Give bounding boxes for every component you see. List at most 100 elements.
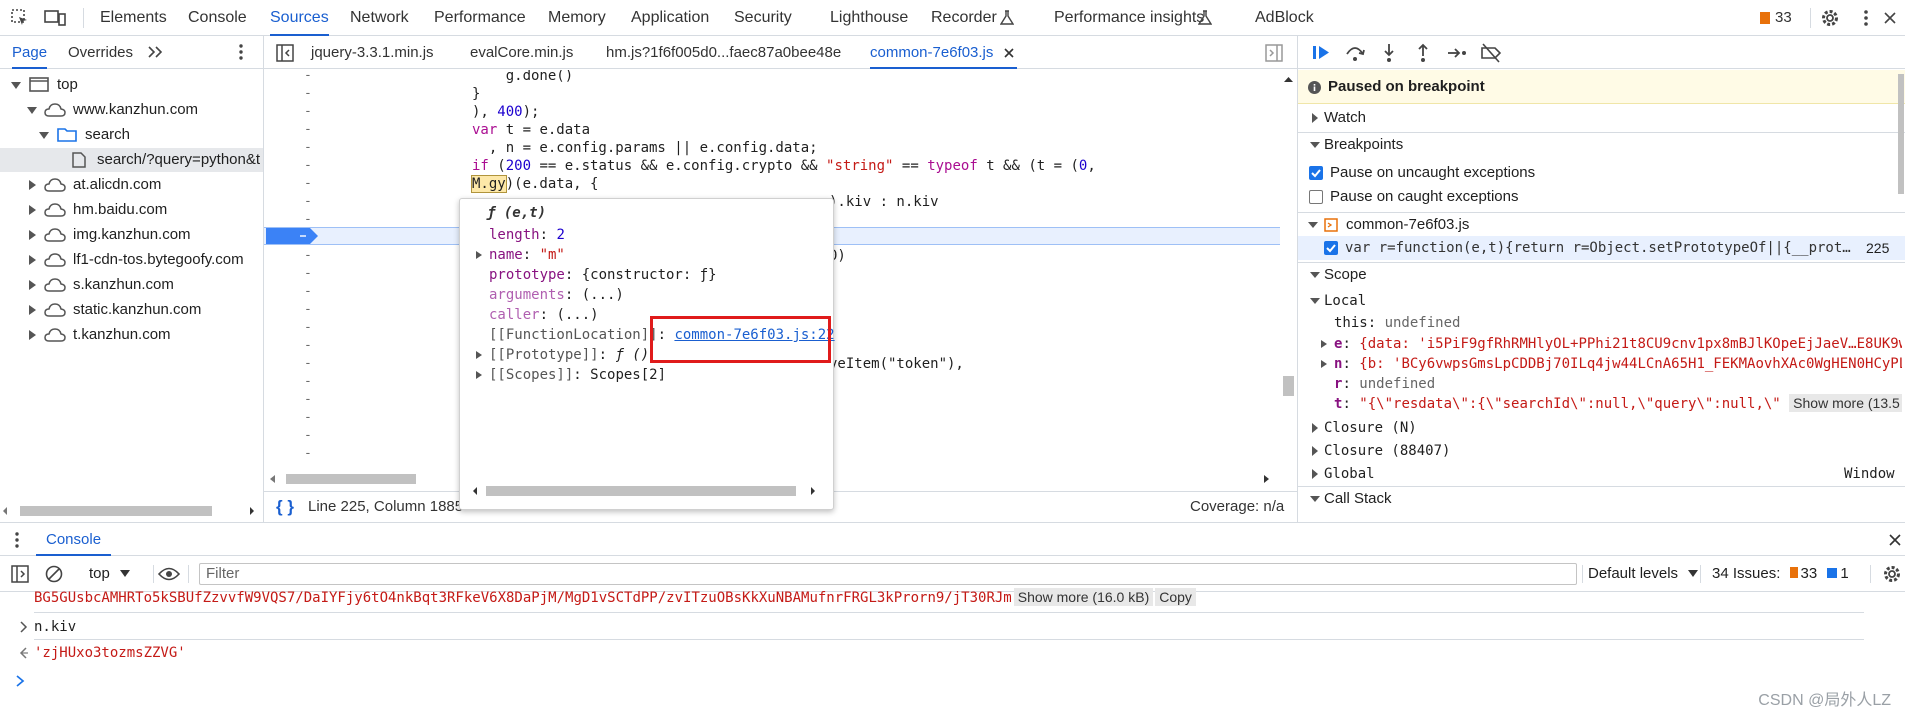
toggle-navigator-icon[interactable] bbox=[276, 44, 294, 62]
hovered-expression[interactable]: M.gy bbox=[471, 175, 507, 193]
tab-console[interactable]: Console bbox=[188, 0, 247, 36]
popover-prop-arguments[interactable]: arguments: (...) bbox=[489, 285, 624, 305]
resume-icon[interactable] bbox=[1310, 42, 1332, 64]
expanded-triangle-icon[interactable] bbox=[1308, 220, 1318, 230]
tab-application[interactable]: Application bbox=[631, 0, 709, 36]
inspect-element-icon[interactable] bbox=[10, 8, 30, 28]
scope-var-r[interactable]: r: undefined bbox=[1334, 374, 1435, 394]
section-watch[interactable]: Watch bbox=[1298, 106, 1905, 130]
collapsed-triangle-icon[interactable] bbox=[26, 179, 38, 191]
expand-triangle-icon[interactable] bbox=[1320, 359, 1328, 369]
console-sidebar-icon[interactable] bbox=[11, 565, 29, 583]
device-toolbar-icon[interactable] bbox=[44, 8, 66, 28]
pause-caught-option[interactable]: Pause on caught exceptions bbox=[1298, 185, 1905, 209]
tab-security[interactable]: Security bbox=[734, 0, 792, 36]
console-filter-input[interactable]: Filter bbox=[199, 563, 1577, 585]
pretty-print-icon[interactable]: { } bbox=[276, 492, 294, 522]
collapsed-triangle-icon[interactable] bbox=[26, 229, 38, 241]
popover-prop-prototype-internal[interactable]: [[Prototype]]: ƒ () bbox=[489, 345, 649, 365]
console-prompt-icon[interactable] bbox=[15, 675, 25, 687]
popover-prop-caller[interactable]: caller: (...) bbox=[489, 305, 599, 325]
collapsed-triangle-icon[interactable] bbox=[1310, 423, 1320, 433]
navigator-menu-icon[interactable] bbox=[236, 43, 246, 61]
console-settings-gear-icon[interactable] bbox=[1882, 564, 1902, 584]
close-drawer-icon[interactable] bbox=[1888, 533, 1902, 547]
scope-global[interactable]: Global Window bbox=[1298, 462, 1905, 486]
expanded-triangle-icon[interactable] bbox=[38, 129, 50, 141]
debugger-vertical-scrollbar[interactable] bbox=[1897, 70, 1905, 520]
expanded-triangle-icon[interactable] bbox=[1310, 494, 1320, 504]
tab-performance[interactable]: Performance bbox=[434, 0, 526, 36]
settings-gear-icon[interactable] bbox=[1820, 8, 1840, 28]
tab-network[interactable]: Network bbox=[350, 0, 409, 36]
tree-item-s-kanzhun[interactable]: s.kanzhun.com bbox=[26, 273, 174, 297]
section-call-stack[interactable]: Call Stack bbox=[1298, 486, 1905, 510]
scope-closure-n[interactable]: Closure (N) bbox=[1298, 416, 1905, 440]
scope-var-n[interactable]: n: {b: 'BCy6vwpsGmsLpCDDBj70ILq4jw44LCnA… bbox=[1334, 354, 1902, 374]
collapsed-triangle-icon[interactable] bbox=[26, 279, 38, 291]
close-tab-icon[interactable] bbox=[1003, 47, 1015, 59]
tree-item-t-kanzhun[interactable]: t.kanzhun.com bbox=[26, 323, 171, 347]
collapsed-triangle-icon[interactable] bbox=[1310, 469, 1320, 479]
expanded-triangle-icon[interactable] bbox=[1310, 296, 1320, 306]
show-more-button[interactable]: Show more (16.0 kB) bbox=[1013, 588, 1154, 606]
tree-item-top[interactable]: top bbox=[10, 73, 78, 97]
breakpoint-enabled-checkbox[interactable] bbox=[1324, 241, 1338, 255]
expanded-triangle-icon[interactable] bbox=[10, 79, 22, 91]
console-issues-counter[interactable]: 34 Issues: 33 1 bbox=[1712, 556, 1849, 592]
tree-item-www-kanzhun[interactable]: www.kanzhun.com bbox=[26, 98, 198, 122]
step-over-icon[interactable] bbox=[1344, 42, 1366, 64]
tree-item-lf1-cdn[interactable]: lf1-cdn-tos.bytegoofy.com bbox=[26, 248, 244, 272]
drawer-tab-console[interactable]: Console bbox=[36, 523, 112, 556]
tab-performance-insights[interactable]: Performance insights bbox=[1054, 0, 1204, 36]
expand-triangle-icon[interactable] bbox=[475, 250, 483, 260]
scope-var-e[interactable]: e: {data: 'i5PiF9gfRhRMHlyOL+PPhi21t8CU9… bbox=[1334, 334, 1902, 354]
collapsed-triangle-icon[interactable] bbox=[26, 304, 38, 316]
tab-lighthouse[interactable]: Lighthouse bbox=[830, 0, 908, 36]
tab-overrides[interactable]: Overrides bbox=[68, 36, 133, 69]
tab-memory[interactable]: Memory bbox=[548, 0, 606, 36]
popover-horizontal-scrollbar[interactable] bbox=[469, 482, 825, 500]
coverage-status[interactable]: Coverage: n/a bbox=[1190, 492, 1284, 522]
popover-prop-scopes[interactable]: [[Scopes]]: Scopes[2] bbox=[489, 365, 666, 385]
collapsed-triangle-icon[interactable] bbox=[26, 204, 38, 216]
tree-item-search-folder[interactable]: search bbox=[38, 123, 130, 147]
drawer-menu-icon[interactable] bbox=[12, 531, 22, 549]
expanded-triangle-icon[interactable] bbox=[26, 104, 38, 116]
tab-recorder[interactable]: Recorder bbox=[931, 0, 997, 36]
more-options-icon[interactable] bbox=[1856, 8, 1876, 28]
code-vertical-scrollbar[interactable] bbox=[1280, 70, 1297, 470]
breakpoint-file-group[interactable]: common-7e6f03.js bbox=[1298, 212, 1905, 236]
close-devtools-icon[interactable] bbox=[1882, 8, 1902, 28]
tab-sources[interactable]: Sources bbox=[270, 0, 329, 36]
tab-elements[interactable]: Elements bbox=[100, 0, 167, 36]
tree-item-static-kanzhun[interactable]: static.kanzhun.com bbox=[26, 298, 201, 322]
step-out-icon[interactable] bbox=[1412, 42, 1434, 64]
expand-triangle-icon[interactable] bbox=[1320, 339, 1328, 349]
tab-adblock[interactable]: AdBlock bbox=[1255, 0, 1314, 36]
popover-prop-prototype[interactable]: prototype: {constructor: ƒ} bbox=[489, 265, 717, 285]
pause-caught-checkbox[interactable] bbox=[1309, 190, 1323, 204]
context-selector[interactable]: top bbox=[89, 556, 131, 592]
deactivate-breakpoints-icon[interactable] bbox=[1480, 42, 1502, 64]
editor-tab-evalcore[interactable]: evalCore.min.js bbox=[470, 36, 573, 69]
tree-item-search-file[interactable]: search/?query=python&t bbox=[0, 148, 263, 172]
editor-tab-jquery[interactable]: jquery-3.3.1.min.js bbox=[311, 36, 434, 69]
scope-var-t[interactable]: t: "{\"resdata\":{\"searchId\":null,\"qu… bbox=[1334, 394, 1902, 414]
log-levels-dropdown[interactable]: Default levels bbox=[1588, 556, 1699, 592]
step-icon[interactable] bbox=[1446, 42, 1468, 64]
scope-var-this[interactable]: this: undefined bbox=[1334, 313, 1460, 333]
expanded-triangle-icon[interactable] bbox=[1310, 140, 1320, 150]
live-expression-eye-icon[interactable] bbox=[158, 566, 180, 582]
pause-uncaught-option[interactable]: Pause on uncaught exceptions bbox=[1298, 161, 1905, 185]
editor-tab-common[interactable]: common-7e6f03.js bbox=[870, 36, 1018, 69]
collapsed-triangle-icon[interactable] bbox=[26, 254, 38, 266]
issues-badge-count[interactable]: 33 bbox=[1775, 0, 1792, 36]
toggle-debugger-icon[interactable] bbox=[1265, 44, 1283, 62]
editor-tab-hm-js[interactable]: hm.js?1f6f005d0...faec87a0bee48e bbox=[606, 36, 841, 69]
section-scope[interactable]: Scope bbox=[1298, 262, 1905, 286]
scope-closure-88407[interactable]: Closure (88407) bbox=[1298, 439, 1905, 463]
tree-item-at-alicdn[interactable]: at.alicdn.com bbox=[26, 173, 161, 197]
copy-button[interactable]: Copy bbox=[1155, 588, 1196, 606]
collapsed-triangle-icon[interactable] bbox=[26, 329, 38, 341]
